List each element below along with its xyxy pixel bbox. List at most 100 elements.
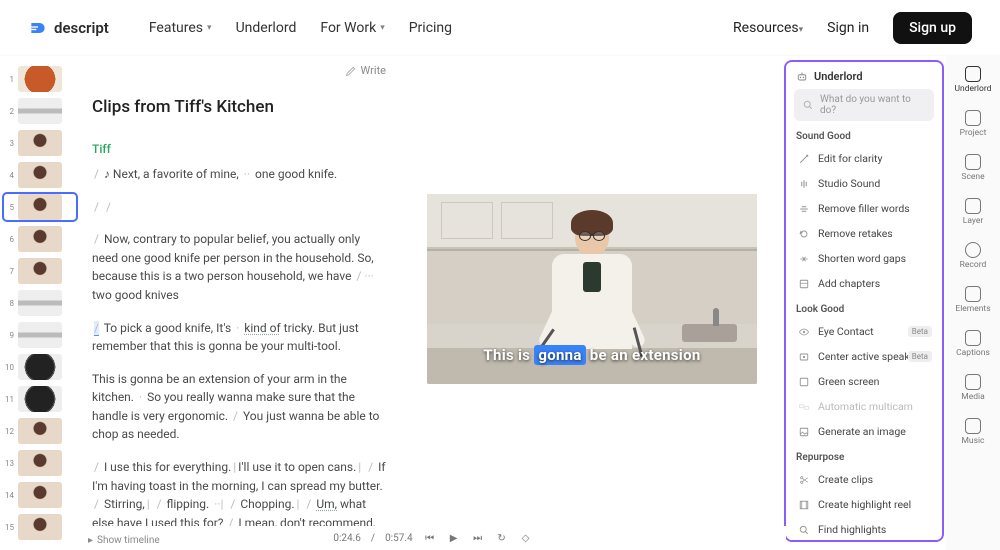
transcript-panel[interactable]: Write Clips from Tiff's Kitchen Tiff / ♪… — [80, 56, 400, 550]
action-highlight-reel[interactable]: Create highlight reel — [792, 492, 936, 517]
speaker-label[interactable]: Tiff — [92, 140, 388, 159]
scene-thumb-9[interactable]: 9 — [4, 322, 76, 348]
robot-icon — [796, 71, 808, 83]
playback-bar: 0:24.6 / 0:57.4 ⏮ ▶ ⏭ ↻ ◇ — [80, 526, 786, 550]
skip-back-button[interactable]: ⏮ — [423, 531, 437, 545]
screen-icon — [798, 376, 810, 388]
nav-underlord[interactable]: Underlord — [236, 20, 297, 36]
caption-overlay: This is gonna be an extension — [427, 346, 757, 364]
transcript-line[interactable]: / ♪ Next, a favorite of mine, ·· one goo… — [92, 165, 388, 184]
transcript-line[interactable]: / Now, contrary to popular belief, you a… — [92, 230, 388, 304]
action-remove-retakes[interactable]: Remove retakes — [792, 221, 936, 246]
top-nav: descript Features▾ Underlord For Work▾ P… — [0, 0, 1000, 56]
scene-thumb-2[interactable]: 2 — [4, 98, 76, 124]
section-repurpose: Repurpose — [796, 452, 932, 463]
underlord-icon — [965, 66, 981, 82]
captions-icon — [965, 330, 981, 346]
show-timeline-button[interactable]: ▸Show timeline — [88, 535, 160, 546]
record-icon — [965, 242, 981, 258]
transcript-line[interactable]: This is gonna be an extension of your ar… — [92, 370, 388, 444]
toolrail-music[interactable]: Music — [961, 418, 984, 446]
video-preview[interactable]: This is gonna be an extension — [427, 194, 757, 384]
transcript-line[interactable]: / To pick a good knife, It's · kind of t… — [92, 319, 388, 356]
scene-thumb-10[interactable]: 10 — [4, 354, 76, 380]
scene-thumb-8[interactable]: 8 — [4, 290, 76, 316]
compress-icon — [798, 253, 810, 265]
media-icon — [965, 374, 981, 390]
action-green-screen[interactable]: Green screen — [792, 369, 936, 394]
toolrail-project[interactable]: Project — [960, 110, 987, 138]
toolrail-scene[interactable]: Scene — [961, 154, 984, 182]
chevron-down-icon: ▾ — [207, 23, 212, 33]
doc-title[interactable]: Clips from Tiff's Kitchen — [92, 94, 388, 120]
toolrail-layer[interactable]: Layer — [963, 198, 984, 226]
scene-thumb-7[interactable]: 7 — [4, 258, 76, 284]
scene-thumb-1[interactable]: 1 — [4, 66, 76, 92]
toolrail-underlord[interactable]: Underlord — [955, 66, 992, 94]
action-remove-filler[interactable]: Remove filler words — [792, 196, 936, 221]
beta-badge: Beta — [908, 351, 932, 362]
action-find-highlights[interactable]: Find highlights — [792, 517, 936, 542]
time-total: 0:57.4 — [385, 533, 413, 544]
time-current: 0:24.6 — [333, 533, 361, 544]
scene-thumb-3[interactable]: 3 — [4, 130, 76, 156]
panel-title: Underlord — [796, 70, 932, 83]
chevron-down-icon: ▾ — [799, 25, 804, 35]
scene-thumb-15[interactable]: 15 — [4, 514, 76, 540]
scene-thumb-4[interactable]: 4 — [4, 162, 76, 188]
nav-for-work[interactable]: For Work▾ — [320, 20, 384, 36]
action-edit-for-clarity[interactable]: Edit for clarity — [792, 146, 936, 171]
action-shorten-gaps[interactable]: Shorten word gaps — [792, 246, 936, 271]
toolrail-elements[interactable]: Elements — [955, 286, 990, 314]
skip-fwd-button[interactable]: ⏭ — [471, 531, 485, 545]
scene-thumb-12[interactable]: 12 — [4, 418, 76, 444]
underlord-panel: Underlord What do you want to do? Sound … — [784, 60, 944, 542]
brand[interactable]: descript — [28, 18, 109, 38]
section-look-good: Look Good — [796, 304, 932, 315]
transcript-line[interactable]: / / — [92, 198, 388, 217]
film-icon — [798, 499, 810, 511]
scene-thumb-6[interactable]: 6 — [4, 226, 76, 252]
action-auto-multicam: Automatic multicam — [792, 394, 936, 419]
action-eye-contact[interactable]: Eye ContactBeta — [792, 319, 936, 344]
music-icon — [965, 418, 981, 434]
action-studio-sound[interactable]: Studio Sound — [792, 171, 936, 196]
underlord-search[interactable]: What do you want to do? — [794, 89, 934, 121]
nav-right: Resources▾ Sign in Sign up — [733, 12, 972, 44]
wand-icon — [798, 153, 810, 165]
scene-icon — [965, 154, 981, 170]
elements-icon — [965, 286, 981, 302]
loop-button[interactable]: ↻ — [495, 531, 509, 545]
toolrail-record[interactable]: Record — [960, 242, 987, 270]
pencil-icon — [345, 65, 357, 77]
action-add-chapters[interactable]: Add chapters — [792, 271, 936, 296]
signin-link[interactable]: Sign in — [827, 20, 869, 36]
chevron-down-icon: ▾ — [380, 23, 385, 33]
write-button[interactable]: Write — [345, 62, 386, 79]
scissors-icon — [798, 474, 810, 486]
retake-icon — [798, 228, 810, 240]
action-create-clips[interactable]: Create clips — [792, 467, 936, 492]
bookmark-button[interactable]: ◇ — [519, 531, 533, 545]
search-icon — [798, 524, 810, 536]
multicam-icon — [798, 401, 810, 413]
nav-pricing[interactable]: Pricing — [409, 20, 452, 36]
toolrail-media[interactable]: Media — [961, 374, 984, 402]
toolrail-captions[interactable]: Captions — [956, 330, 990, 358]
scene-thumb-11[interactable]: 11 — [4, 386, 76, 412]
scene-thumb-5[interactable]: 5 — [4, 194, 76, 220]
brand-logo-icon — [28, 18, 48, 38]
scene-thumb-13[interactable]: 13 — [4, 450, 76, 476]
brand-text: descript — [54, 19, 109, 37]
signup-button[interactable]: Sign up — [893, 12, 972, 44]
action-center-speaker[interactable]: Center active speakerBeta — [792, 344, 936, 369]
center-icon — [798, 351, 810, 363]
action-generate-image[interactable]: Generate an image — [792, 419, 936, 444]
scene-thumbnail-rail[interactable]: 123456789101112131415 — [0, 56, 80, 550]
scene-thumb-14[interactable]: 14 — [4, 482, 76, 508]
play-button[interactable]: ▶ — [447, 531, 461, 545]
right-tool-rail: Underlord Project Scene Layer Record Elements… — [946, 56, 1000, 550]
nav-resources[interactable]: Resources▾ — [733, 20, 803, 36]
nav-features[interactable]: Features▾ — [149, 20, 212, 36]
center-column: This is gonna be an extension — [400, 56, 784, 550]
